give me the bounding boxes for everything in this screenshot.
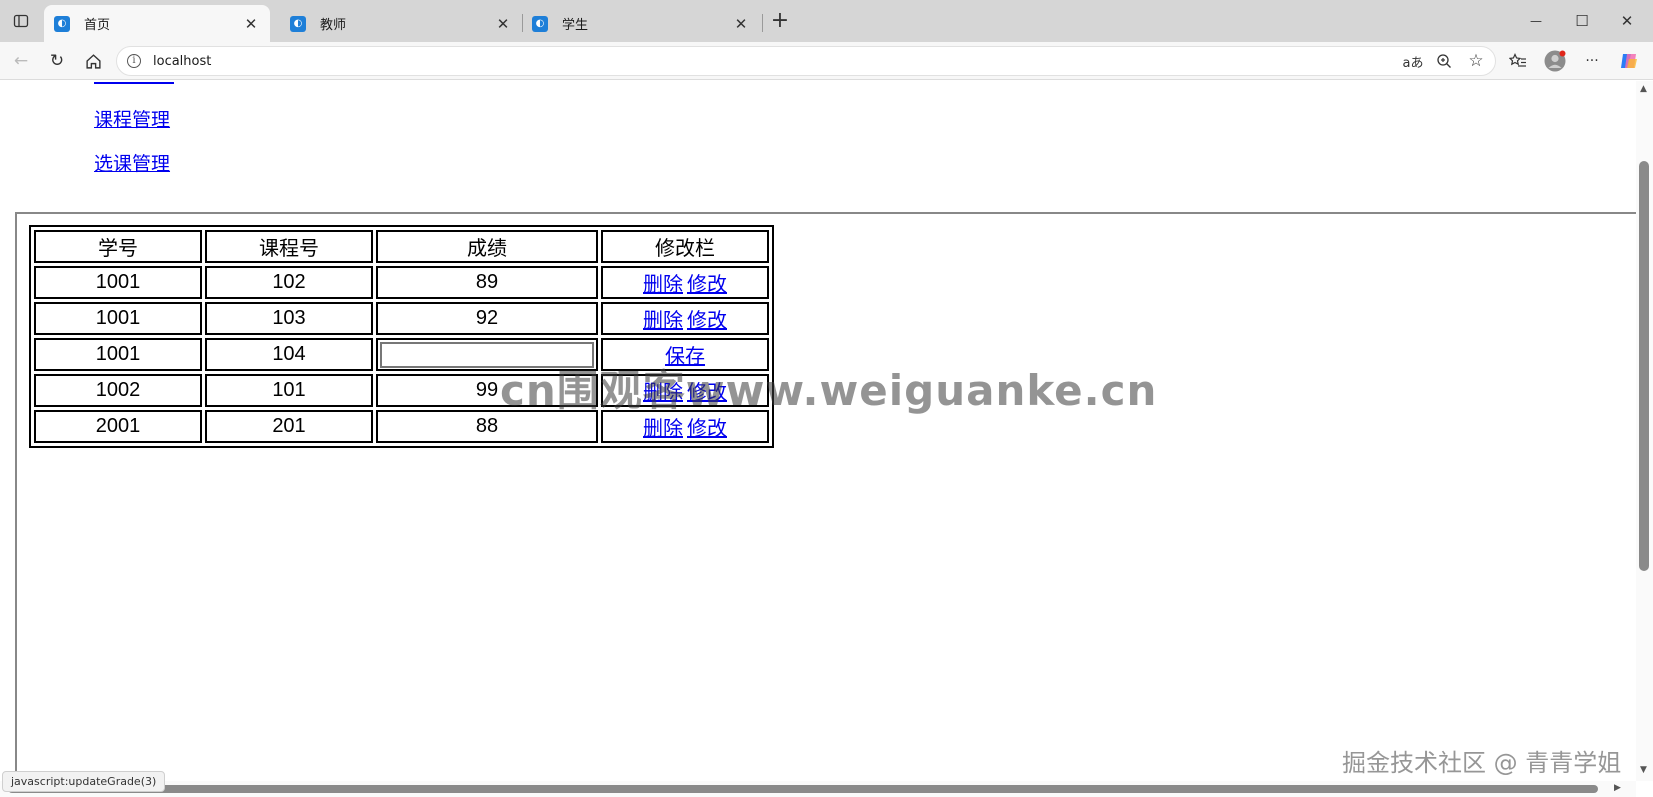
scroll-right-arrow-icon[interactable]: ▶ bbox=[1614, 783, 1621, 793]
grade-cell: 92 bbox=[376, 302, 598, 335]
table-row: 1001 102 89 删除 修改 bbox=[34, 266, 769, 299]
enrollment-management-link[interactable]: 选课管理 bbox=[94, 149, 170, 176]
watermark-corner: 掘金技术社区 @ 青青学姐 bbox=[1342, 749, 1622, 777]
watermark-center: cn围观客www.weiguanke.cn bbox=[500, 366, 1158, 415]
close-tab-icon[interactable]: ✕ bbox=[494, 15, 512, 33]
grade-cell: 89 bbox=[376, 266, 598, 299]
content-frame: 学号 课程号 成绩 修改栏 1001 102 89 删除 修改 1001 103 … bbox=[15, 212, 1636, 781]
header-grade: 成绩 bbox=[376, 230, 598, 263]
header-course-id: 课程号 bbox=[205, 230, 373, 263]
student-id-cell: 1001 bbox=[34, 302, 202, 335]
course-id-cell: 102 bbox=[205, 266, 373, 299]
header-student-id: 学号 bbox=[34, 230, 202, 263]
actions-cell: 删除 修改 bbox=[601, 302, 769, 335]
tab-title: 首页 bbox=[84, 18, 111, 33]
tab-title: 学生 bbox=[562, 18, 589, 33]
tab-separator bbox=[762, 14, 763, 32]
page-viewport: 课程管理 选课管理 学号 课程号 成绩 修改栏 1001 102 89 删除 修改… bbox=[0, 81, 1636, 781]
course-management-link[interactable]: 课程管理 bbox=[94, 105, 170, 132]
site-icon: ◐ bbox=[290, 15, 306, 32]
favorites-icon[interactable] bbox=[1507, 50, 1529, 72]
student-id-cell: 1001 bbox=[34, 338, 202, 371]
header-actions: 修改栏 bbox=[601, 230, 769, 263]
course-id-cell: 101 bbox=[205, 374, 373, 407]
student-id-cell: 1001 bbox=[34, 266, 202, 299]
tab-home[interactable]: ◐ 首页 ✕ bbox=[44, 5, 270, 42]
delete-link[interactable]: 删除 bbox=[643, 418, 683, 440]
maximize-button[interactable]: ☐ bbox=[1571, 10, 1593, 32]
course-id-cell: 103 bbox=[205, 302, 373, 335]
close-window-button[interactable]: ✕ bbox=[1616, 10, 1638, 32]
edit-link[interactable]: 修改 bbox=[687, 310, 727, 332]
student-id-cell: 2001 bbox=[34, 410, 202, 443]
status-bar: javascript:updateGrade(3) bbox=[2, 771, 166, 792]
reload-icon[interactable]: ↻ bbox=[46, 50, 68, 72]
delete-link[interactable]: 删除 bbox=[643, 310, 683, 332]
address-bar[interactable]: i localhost bbox=[116, 46, 1496, 76]
table-row: 1001 103 92 删除 修改 bbox=[34, 302, 769, 335]
address-text[interactable]: localhost bbox=[153, 54, 211, 69]
vertical-scrollbar[interactable]: ▲ ▼ bbox=[1636, 81, 1653, 781]
edit-link[interactable]: 修改 bbox=[687, 274, 727, 296]
delete-link[interactable]: 删除 bbox=[643, 274, 683, 296]
vertical-scroll-thumb[interactable] bbox=[1639, 161, 1649, 571]
close-tab-icon[interactable]: ✕ bbox=[732, 15, 750, 33]
scroll-down-arrow-icon[interactable]: ▼ bbox=[1640, 765, 1647, 775]
tab-student[interactable]: ◐ 学生 ✕ bbox=[522, 5, 760, 42]
tab-title: 教师 bbox=[320, 18, 347, 33]
scroll-up-arrow-icon[interactable]: ▲ bbox=[1640, 84, 1647, 94]
hidden-nav-link[interactable] bbox=[94, 81, 174, 85]
course-id-cell: 201 bbox=[205, 410, 373, 443]
minimize-button[interactable]: — bbox=[1525, 10, 1547, 32]
horizontal-scrollbar[interactable]: ▶ bbox=[0, 781, 1636, 797]
actions-cell: 删除 修改 bbox=[601, 266, 769, 299]
close-tab-icon[interactable]: ✕ bbox=[242, 15, 260, 33]
new-tab-button[interactable]: + bbox=[769, 8, 791, 33]
tab-strip: ◐ 首页 ✕ ◐ 教师 ✕ ◐ 学生 ✕ + — ☐ ✕ bbox=[0, 0, 1653, 42]
zoom-icon[interactable] bbox=[1433, 50, 1455, 72]
more-icon[interactable]: ··· bbox=[1581, 50, 1603, 72]
student-id-cell: 1002 bbox=[34, 374, 202, 407]
back-icon[interactable]: ← bbox=[10, 50, 32, 72]
site-info-icon[interactable]: i bbox=[127, 54, 141, 68]
horizontal-scroll-thumb[interactable] bbox=[8, 785, 1598, 793]
tab-teacher[interactable]: ◐ 教师 ✕ bbox=[280, 5, 522, 42]
course-id-cell: 104 bbox=[205, 338, 373, 371]
copilot-icon[interactable] bbox=[1618, 50, 1640, 72]
tab-actions-icon[interactable] bbox=[10, 10, 32, 32]
home-icon[interactable] bbox=[82, 50, 104, 72]
table-header-row: 学号 课程号 成绩 修改栏 bbox=[34, 230, 769, 263]
read-aloud-icon[interactable]: aあ bbox=[1402, 50, 1424, 72]
site-icon: ◐ bbox=[54, 15, 70, 32]
profile-icon[interactable] bbox=[1544, 50, 1566, 72]
favorite-icon[interactable]: ☆ bbox=[1465, 50, 1487, 72]
edit-link[interactable]: 修改 bbox=[687, 418, 727, 440]
browser-toolbar: ← ↻ i localhost aあ ☆ ··· bbox=[0, 42, 1653, 80]
site-icon: ◐ bbox=[532, 15, 548, 32]
